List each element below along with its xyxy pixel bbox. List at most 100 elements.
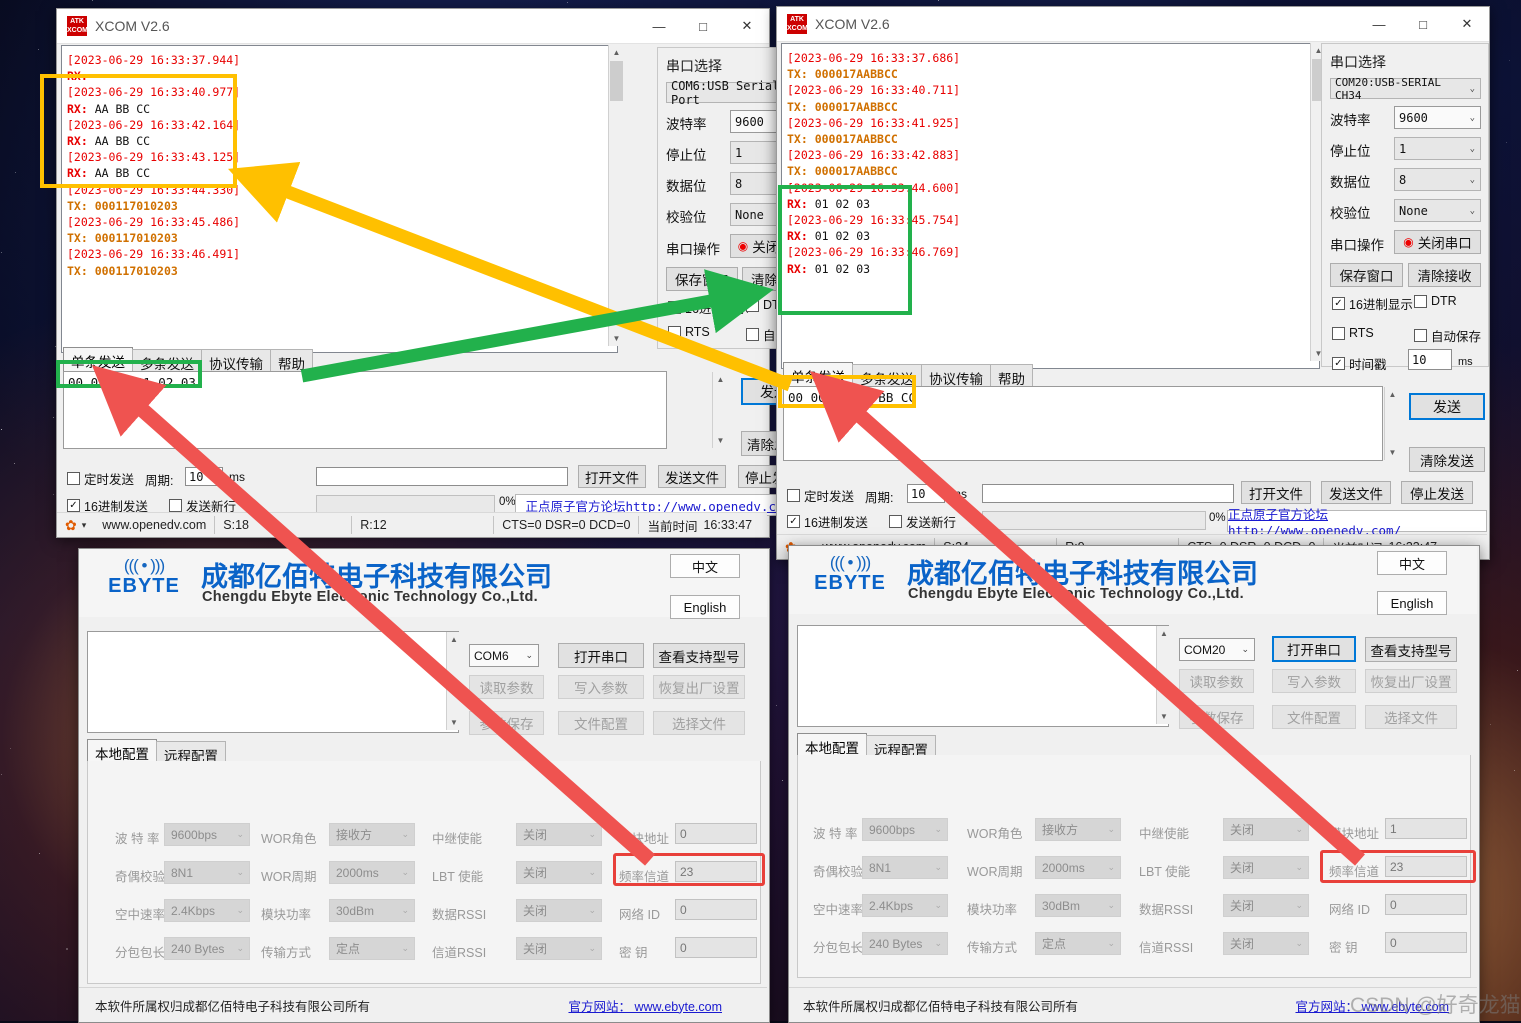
- ebyte-port-select-left[interactable]: COM6 ⌄: [469, 644, 539, 667]
- scroll-down-icon-left-send[interactable]: ▼: [713, 433, 728, 448]
- gear-menu-left[interactable]: ✿ ▾: [57, 516, 94, 534]
- ebyte-file-config-button-right[interactable]: 文件配置: [1272, 705, 1356, 729]
- period-input-left[interactable]: 10: [185, 467, 223, 486]
- send-file-button-right[interactable]: 发送文件: [1321, 481, 1391, 504]
- titlebar-right[interactable]: ATK XCOM XCOM V2.6 — □ ✕: [777, 7, 1489, 42]
- close-serial-button-right[interactable]: ◉ 关闭串口: [1394, 230, 1481, 254]
- send-scrollbar-right[interactable]: ▲ ▼: [1384, 387, 1400, 460]
- lang-en-button-right[interactable]: English: [1377, 591, 1447, 615]
- save-window-button-right[interactable]: 保存窗口: [1330, 263, 1403, 287]
- timestamp-input-right[interactable]: 10: [1408, 349, 1452, 370]
- ebyte-output-textarea-right[interactable]: [797, 625, 1169, 727]
- dtr-checkbox-right[interactable]: DTR: [1414, 294, 1457, 308]
- databits-select-right[interactable]: 8 ⌄: [1394, 168, 1481, 191]
- param-select[interactable]: 接收方 ⌄: [1035, 818, 1121, 841]
- param-select[interactable]: 接收方 ⌄: [329, 823, 415, 846]
- minimize-button-right[interactable]: —: [1357, 7, 1401, 41]
- param-input[interactable]: 0: [675, 823, 757, 844]
- param-select[interactable]: 关闭 ⌄: [1223, 856, 1309, 879]
- param-select[interactable]: 8N1 ⌄: [164, 861, 250, 884]
- ebyte-file-config-button-left[interactable]: 文件配置: [558, 711, 644, 735]
- period-input-right[interactable]: 10: [907, 484, 945, 503]
- forum-link-right[interactable]: 正点原子官方论坛http://www.openedv.com/: [1228, 504, 1486, 538]
- open-file-button-right[interactable]: 打开文件: [1241, 481, 1311, 504]
- scroll-down-icon-left[interactable]: ▼: [609, 331, 624, 346]
- hex-display-checkbox-left[interactable]: ✓ 16进制显示: [668, 298, 749, 317]
- clear-send-button-right[interactable]: 清除发送: [1409, 447, 1485, 472]
- timed-send-checkbox-right[interactable]: 定时发送: [787, 486, 854, 505]
- minimize-button-left[interactable]: —: [637, 9, 681, 43]
- param-input[interactable]: 0: [675, 937, 757, 958]
- ebyte-choose-file-button-left[interactable]: 选择文件: [653, 711, 745, 735]
- param-select[interactable]: 定点 ⌄: [329, 937, 415, 960]
- file-path-input-right[interactable]: [982, 484, 1234, 503]
- param-select[interactable]: 9600bps ⌄: [164, 823, 250, 846]
- autosave-checkbox-right[interactable]: 自动保存: [1414, 326, 1481, 345]
- param-select[interactable]: 2000ms ⌄: [1035, 856, 1121, 879]
- ebyte-save-params-button-right[interactable]: 参数保存: [1179, 705, 1254, 729]
- parity-select-right[interactable]: None ⌄: [1394, 199, 1481, 222]
- maximize-button-right[interactable]: □: [1401, 7, 1445, 41]
- close-button-right[interactable]: ✕: [1445, 7, 1489, 41]
- send-button-right[interactable]: 发送: [1409, 393, 1485, 420]
- param-select[interactable]: 关闭 ⌄: [1223, 932, 1309, 955]
- ebyte-window-right[interactable]: ((( • ))) EBYTE 成都亿佰特电子科技有限公司 Chengdu Eb…: [788, 545, 1480, 1023]
- ebyte-output-textarea-left[interactable]: [87, 631, 459, 733]
- lang-cn-button-left[interactable]: 中文: [670, 554, 740, 578]
- baud-select-right[interactable]: 9600 ⌄: [1394, 106, 1481, 129]
- stopbits-select-right[interactable]: 1 ⌄: [1394, 137, 1481, 160]
- param-input[interactable]: 1: [1385, 818, 1467, 839]
- lang-en-button-left[interactable]: English: [670, 595, 740, 619]
- scroll-down-icon-ebr[interactable]: ▼: [1157, 709, 1171, 724]
- ebyte-textarea-scrollbar-right[interactable]: ▲ ▼: [1156, 626, 1171, 724]
- log-scrollbar-left[interactable]: ▲ ▼: [608, 45, 624, 346]
- ebyte-port-select-right[interactable]: COM20 ⌄: [1179, 638, 1255, 661]
- param-select[interactable]: 定点 ⌄: [1035, 932, 1121, 955]
- ebyte-write-params-button-right[interactable]: 写入参数: [1272, 669, 1356, 693]
- scroll-down-icon-right-send[interactable]: ▼: [1385, 445, 1400, 460]
- param-select[interactable]: 2.4Kbps ⌄: [164, 899, 250, 922]
- close-button-left[interactable]: ✕: [725, 9, 769, 43]
- clear-receive-button-right[interactable]: 清除接收: [1408, 263, 1481, 287]
- send-file-button-left[interactable]: 发送文件: [658, 465, 726, 488]
- param-select[interactable]: 30dBm ⌄: [1035, 894, 1121, 917]
- send-scrollbar-left[interactable]: ▲ ▼: [712, 372, 728, 448]
- rts-checkbox-right[interactable]: RTS: [1332, 326, 1374, 340]
- param-input[interactable]: 0: [1385, 932, 1467, 953]
- param-select[interactable]: 2.4Kbps ⌄: [862, 894, 948, 917]
- port-select-right[interactable]: COM20:USB-SERIAL CH34 ⌄: [1330, 76, 1481, 102]
- stop-send-button-right[interactable]: 停止发送: [1401, 481, 1473, 504]
- lang-cn-button-right[interactable]: 中文: [1377, 551, 1447, 575]
- scroll-up-icon-ebl[interactable]: ▲: [447, 632, 461, 647]
- forum-link-bar-right[interactable]: 正点原子官方论坛http://www.openedv.com/: [1227, 508, 1487, 538]
- param-select[interactable]: 30dBm ⌄: [329, 899, 415, 922]
- timestamp-checkbox-right[interactable]: ✓ 时间戳: [1332, 354, 1387, 373]
- hex-display-checkbox-right[interactable]: ✓ 16进制显示: [1332, 294, 1413, 313]
- rts-checkbox-left[interactable]: RTS: [668, 325, 710, 339]
- scroll-thumb-left[interactable]: [610, 61, 623, 101]
- ebyte-textarea-scrollbar-left[interactable]: ▲ ▼: [446, 632, 461, 730]
- ebyte-open-port-button-right[interactable]: 打开串口: [1272, 636, 1356, 662]
- ebyte-open-port-button-left[interactable]: 打开串口: [558, 643, 644, 668]
- param-select[interactable]: 关闭 ⌄: [516, 937, 602, 960]
- param-select[interactable]: 关闭 ⌄: [516, 823, 602, 846]
- ebyte-footer-link-left[interactable]: 官方网站： www.ebyte.com: [568, 996, 722, 1015]
- scroll-up-icon-right-send[interactable]: ▲: [1385, 387, 1400, 402]
- param-select[interactable]: 240 Bytes ⌄: [164, 937, 250, 960]
- scroll-down-icon-ebl[interactable]: ▼: [447, 715, 461, 730]
- scroll-up-icon-ebr[interactable]: ▲: [1157, 626, 1171, 641]
- ebyte-read-params-button-right[interactable]: 读取参数: [1179, 669, 1254, 693]
- ebyte-view-models-button-left[interactable]: 查看支持型号: [653, 643, 745, 668]
- param-input[interactable]: 0: [1385, 894, 1467, 915]
- param-select[interactable]: 关闭 ⌄: [1223, 818, 1309, 841]
- ebyte-factory-reset-button-left[interactable]: 恢复出厂设置: [653, 675, 745, 699]
- titlebar-left[interactable]: ATK XCOM XCOM V2.6 — □ ✕: [57, 9, 769, 44]
- send-newline-checkbox-right[interactable]: 发送新行: [889, 512, 956, 531]
- ebyte-read-params-button-left[interactable]: 读取参数: [469, 675, 544, 699]
- file-path-input-left[interactable]: [316, 467, 568, 486]
- maximize-button-left[interactable]: □: [681, 9, 725, 43]
- param-input[interactable]: 0: [675, 899, 757, 920]
- ebyte-window-left[interactable]: ((( • ))) EBYTE 成都亿佰特电子科技有限公司 Chengdu Eb…: [78, 548, 770, 1023]
- param-select[interactable]: 关闭 ⌄: [1223, 894, 1309, 917]
- param-select[interactable]: 240 Bytes ⌄: [862, 932, 948, 955]
